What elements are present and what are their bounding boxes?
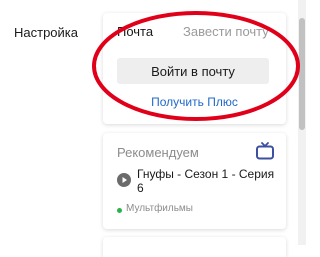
- get-plus-link[interactable]: Получить Плюс: [103, 95, 286, 109]
- recommend-widget: Рекомендуем Гнуфы - Сезон 1 - Серия 6 Му…: [103, 133, 286, 229]
- play-icon[interactable]: [117, 173, 131, 187]
- tab-mail[interactable]: Почта: [117, 24, 153, 39]
- scrollbar-thumb[interactable]: [299, 18, 305, 130]
- genre-label: Мультфильмы: [126, 203, 193, 214]
- mail-widget: Почта Завести почту Войти в почту Получи…: [103, 13, 286, 124]
- episode-title-link[interactable]: Гнуфы - Сезон 1 - Серия 6: [137, 167, 277, 195]
- next-widget-card: [103, 237, 286, 257]
- tv-icon[interactable]: [255, 142, 275, 160]
- genre-dot-icon: [117, 208, 122, 213]
- login-mail-button[interactable]: Войти в почту: [117, 58, 269, 84]
- recommend-title: Рекомендуем: [117, 145, 199, 160]
- settings-link[interactable]: Настройка: [14, 25, 78, 40]
- tab-create-mail[interactable]: Завести почту: [183, 24, 269, 39]
